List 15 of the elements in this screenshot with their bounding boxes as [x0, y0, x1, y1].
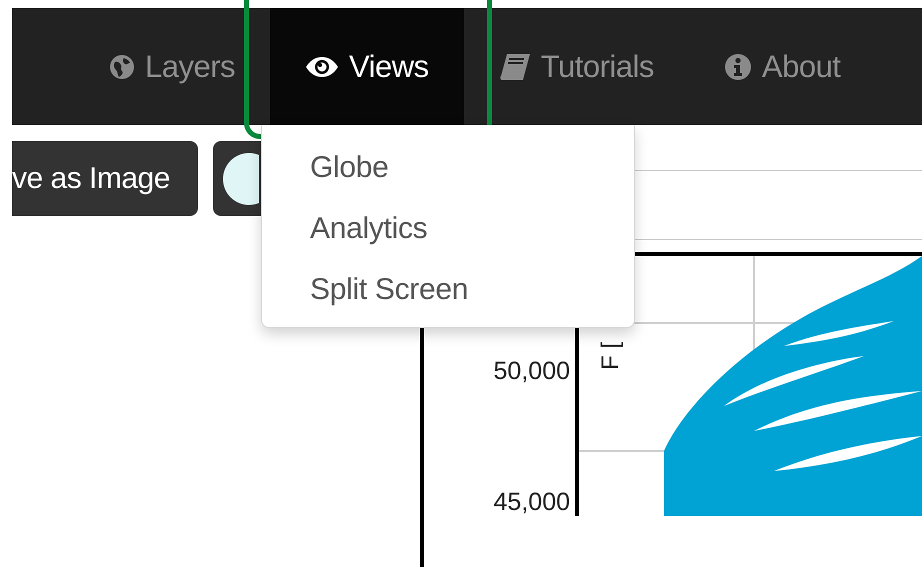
eye-icon — [305, 56, 340, 78]
book-icon — [498, 52, 531, 80]
globe-icon — [109, 54, 135, 80]
menu-item[interactable]: Split Screen — [262, 265, 634, 314]
menu-item[interactable]: Globe — [262, 143, 634, 192]
nav-tab[interactable]: Views — [270, 8, 464, 125]
y-axis-label: F [ — [597, 342, 625, 370]
menu-item[interactable]: Analytics — [262, 204, 634, 253]
save-image-button[interactable]: ve as Image — [12, 141, 198, 216]
y-tick-label: 45,000 — [494, 488, 570, 517]
nav-tab[interactable]: About — [688, 8, 876, 125]
info-icon — [724, 52, 752, 80]
nav-tab[interactable]: Layers — [74, 8, 270, 125]
y-tick-label: 50,000 — [494, 357, 570, 386]
nav-tab[interactable]: Tutorials — [464, 8, 689, 125]
